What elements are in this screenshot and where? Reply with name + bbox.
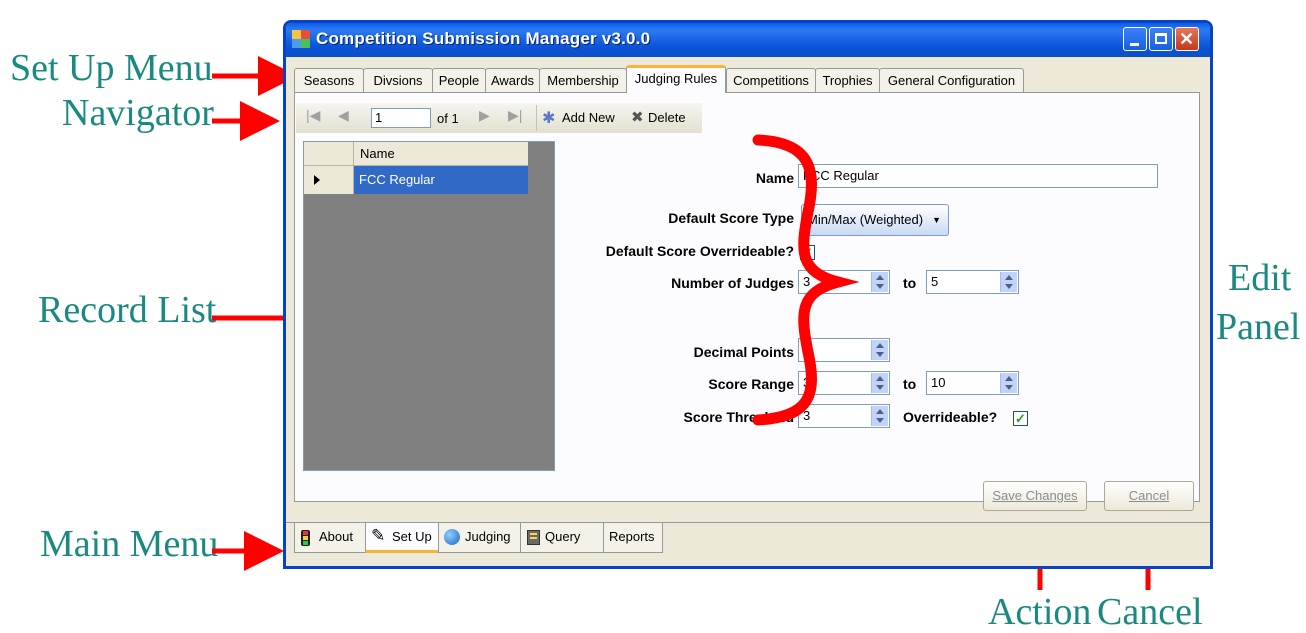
window-title: Competition Submission Manager v3.0.0 bbox=[316, 29, 651, 48]
tab-label: Judging Rules bbox=[634, 71, 718, 86]
maximize-button[interactable] bbox=[1149, 27, 1173, 51]
main-tab-label: Query bbox=[545, 529, 581, 544]
name-input[interactable]: FCC Regular bbox=[798, 164, 1158, 188]
tab-label: Divsions bbox=[373, 73, 423, 88]
to-label: to bbox=[903, 376, 917, 392]
spin-arrows-icon[interactable] bbox=[871, 406, 888, 426]
score-range-max-value: 10 bbox=[931, 375, 946, 390]
score-range-max-stepper[interactable]: 10 bbox=[926, 371, 1019, 395]
move-next-icon[interactable]: ▶ bbox=[479, 107, 490, 124]
tab-judging-rules[interactable]: Judging Rules bbox=[626, 65, 726, 93]
globe-icon bbox=[444, 529, 460, 545]
minimize-button[interactable] bbox=[1123, 27, 1147, 51]
tab-label: Membership bbox=[547, 73, 619, 88]
delete-label: Delete bbox=[648, 110, 686, 125]
judges-max-stepper[interactable]: 5 bbox=[926, 270, 1019, 294]
tab-label: General Configuration bbox=[887, 73, 1016, 88]
delete-icon: ✖ bbox=[631, 109, 644, 126]
main-tab-judging[interactable]: Judging bbox=[438, 523, 521, 553]
main-tab-label: About bbox=[319, 529, 353, 544]
judges-max-value: 5 bbox=[931, 274, 939, 289]
position-input[interactable]: 1 bbox=[371, 108, 431, 128]
spin-arrows-icon[interactable] bbox=[871, 373, 888, 393]
tab-competitions[interactable]: Competitions bbox=[726, 68, 816, 92]
tab-membership[interactable]: Membership bbox=[539, 68, 627, 92]
table-row[interactable]: FCC Regular bbox=[354, 166, 528, 194]
close-button[interactable]: ✕ bbox=[1175, 27, 1199, 51]
app-icon bbox=[292, 30, 310, 48]
add-new-label: Add New bbox=[562, 110, 615, 125]
add-new-icon: ✱ bbox=[542, 110, 556, 127]
spin-arrows-icon[interactable] bbox=[1000, 373, 1017, 393]
main-tab-reports[interactable]: Reports bbox=[603, 523, 663, 553]
tab-trophies[interactable]: Trophies bbox=[815, 68, 880, 92]
grid-row-header[interactable] bbox=[304, 166, 354, 194]
save-changes-button[interactable]: Save Changes bbox=[983, 481, 1087, 511]
grid-corner-header bbox=[304, 142, 354, 166]
main-tab-label: Judging bbox=[465, 529, 511, 544]
spin-arrows-icon[interactable] bbox=[871, 340, 888, 360]
spin-arrows-icon[interactable] bbox=[1000, 272, 1017, 292]
threshold-overrideable-checkbox[interactable]: ✓ bbox=[1013, 411, 1028, 426]
spin-arrows-icon[interactable] bbox=[871, 272, 888, 292]
cancel-button[interactable]: Cancel bbox=[1104, 481, 1194, 511]
current-row-icon bbox=[314, 175, 320, 185]
tab-seasons[interactable]: Seasons bbox=[294, 68, 364, 92]
tab-general-configuration[interactable]: General Configuration bbox=[879, 68, 1024, 92]
tab-awards[interactable]: Awards bbox=[485, 68, 540, 92]
tab-label: Awards bbox=[490, 73, 535, 88]
move-first-icon[interactable]: |◀ bbox=[306, 107, 320, 124]
main-tab-about[interactable]: About bbox=[294, 523, 366, 553]
tab-label: Competitions bbox=[733, 73, 809, 88]
close-icon: ✕ bbox=[1179, 29, 1195, 49]
title-bar[interactable]: Competition Submission Manager v3.0.0 ✕ bbox=[286, 23, 1210, 57]
tab-divisions[interactable]: Divsions bbox=[363, 68, 433, 92]
move-previous-icon[interactable]: ◀ bbox=[338, 107, 349, 124]
move-last-icon[interactable]: ▶| bbox=[508, 107, 522, 124]
to-label: to bbox=[903, 275, 917, 291]
query-icon bbox=[527, 530, 540, 545]
pencil-icon: ✎ bbox=[371, 526, 386, 545]
traffic-light-icon bbox=[301, 530, 310, 546]
edit-panel-brace-icon bbox=[752, 134, 860, 426]
threshold-overrideable-label: Overrideable? bbox=[903, 409, 998, 425]
maximize-icon bbox=[1155, 33, 1167, 44]
toolbar-separator bbox=[536, 105, 537, 131]
main-tab-setup[interactable]: ✎ Set Up bbox=[365, 523, 439, 553]
record-count-label: of 1 bbox=[437, 111, 459, 126]
tab-label: People bbox=[438, 73, 480, 88]
tab-label: Trophies bbox=[822, 73, 873, 88]
main-tab-label: Set Up bbox=[392, 529, 432, 544]
main-tab-label: Reports bbox=[609, 529, 655, 544]
main-tab-query[interactable]: Query bbox=[520, 523, 604, 553]
grid-column-header-name[interactable]: Name bbox=[354, 142, 528, 166]
tab-people[interactable]: People bbox=[432, 68, 486, 92]
minimize-icon bbox=[1130, 43, 1139, 46]
tab-label: Seasons bbox=[303, 73, 355, 88]
chevron-down-icon: ▼ bbox=[932, 215, 941, 225]
